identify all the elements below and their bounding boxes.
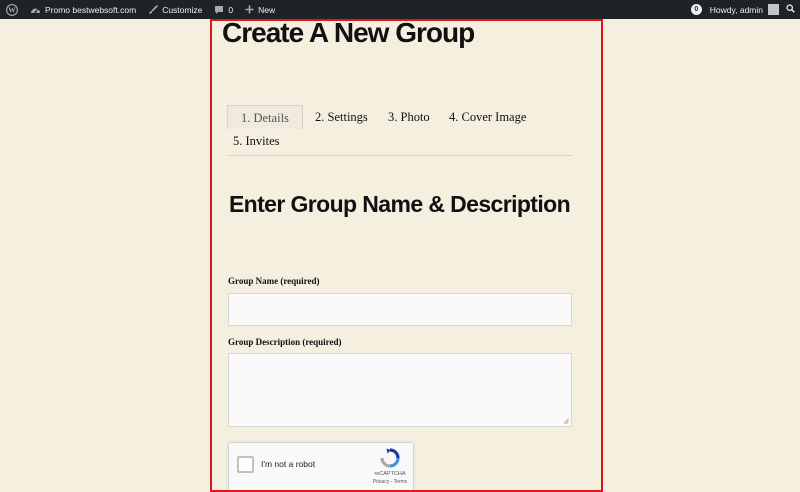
page-title: Create A New Group <box>222 19 475 48</box>
search-icon <box>785 4 795 15</box>
group-description-textarea[interactable] <box>228 353 572 427</box>
howdy-label: Howdy, admin <box>709 4 763 15</box>
admin-bar: W Promo bestwebsoft.com Customize 0 New … <box>0 0 800 19</box>
customize-label: Customize <box>162 4 203 15</box>
section-title: Enter Group Name & Description <box>228 191 571 217</box>
comment-icon <box>214 5 224 15</box>
my-account-link[interactable]: Howdy, admin <box>710 0 784 19</box>
new-label: New <box>258 4 276 15</box>
recaptcha-widget: I'm not a robot reCAPTCHA Privacy - Term… <box>228 442 414 490</box>
recaptcha-logo-icon <box>380 448 400 468</box>
dashboard-icon <box>30 5 41 15</box>
group-creation-tabs: 1. Details 2. Settings 3. Photo 4. Cover… <box>227 105 572 156</box>
new-content-link[interactable]: New <box>239 0 281 19</box>
group-name-input[interactable] <box>228 293 572 326</box>
group-name-label: Group Name (required) <box>228 276 320 286</box>
group-creation-content: Create A New Group 1. Details 2. Setting… <box>212 19 601 490</box>
tab-settings[interactable]: 2. Settings <box>315 105 368 129</box>
site-name: Promo bestwebsoft.com <box>45 4 137 15</box>
recaptcha-checkbox[interactable] <box>237 456 254 473</box>
customize-link[interactable]: Customize <box>142 0 208 19</box>
wordpress-logo-button[interactable]: W <box>0 0 24 19</box>
notifications-count-badge[interactable]: 0 <box>690 4 702 15</box>
brush-icon <box>148 4 158 15</box>
recaptcha-privacy-terms-links[interactable]: Privacy - Terms <box>367 479 413 485</box>
tab-details[interactable]: 1. Details <box>227 105 303 129</box>
tab-cover-image[interactable]: 4. Cover Image <box>449 105 526 129</box>
comments-count: 0 <box>228 4 234 15</box>
plus-icon <box>245 5 254 14</box>
svg-text:W: W <box>8 5 16 14</box>
tab-photo[interactable]: 3. Photo <box>388 105 430 129</box>
recaptcha-checkbox-label: I'm not a robot <box>261 459 316 469</box>
site-name-link[interactable]: Promo bestwebsoft.com <box>24 0 142 19</box>
avatar <box>768 4 779 15</box>
tab-invites[interactable]: 5. Invites <box>233 129 280 153</box>
search-button[interactable] <box>784 0 796 19</box>
wordpress-icon: W <box>6 3 18 16</box>
recaptcha-brand: reCAPTCHA <box>374 471 406 477</box>
resize-grip-icon[interactable] <box>563 418 569 424</box>
group-description-label: Group Description (required) <box>228 337 342 347</box>
comments-link[interactable]: 0 <box>208 0 239 19</box>
